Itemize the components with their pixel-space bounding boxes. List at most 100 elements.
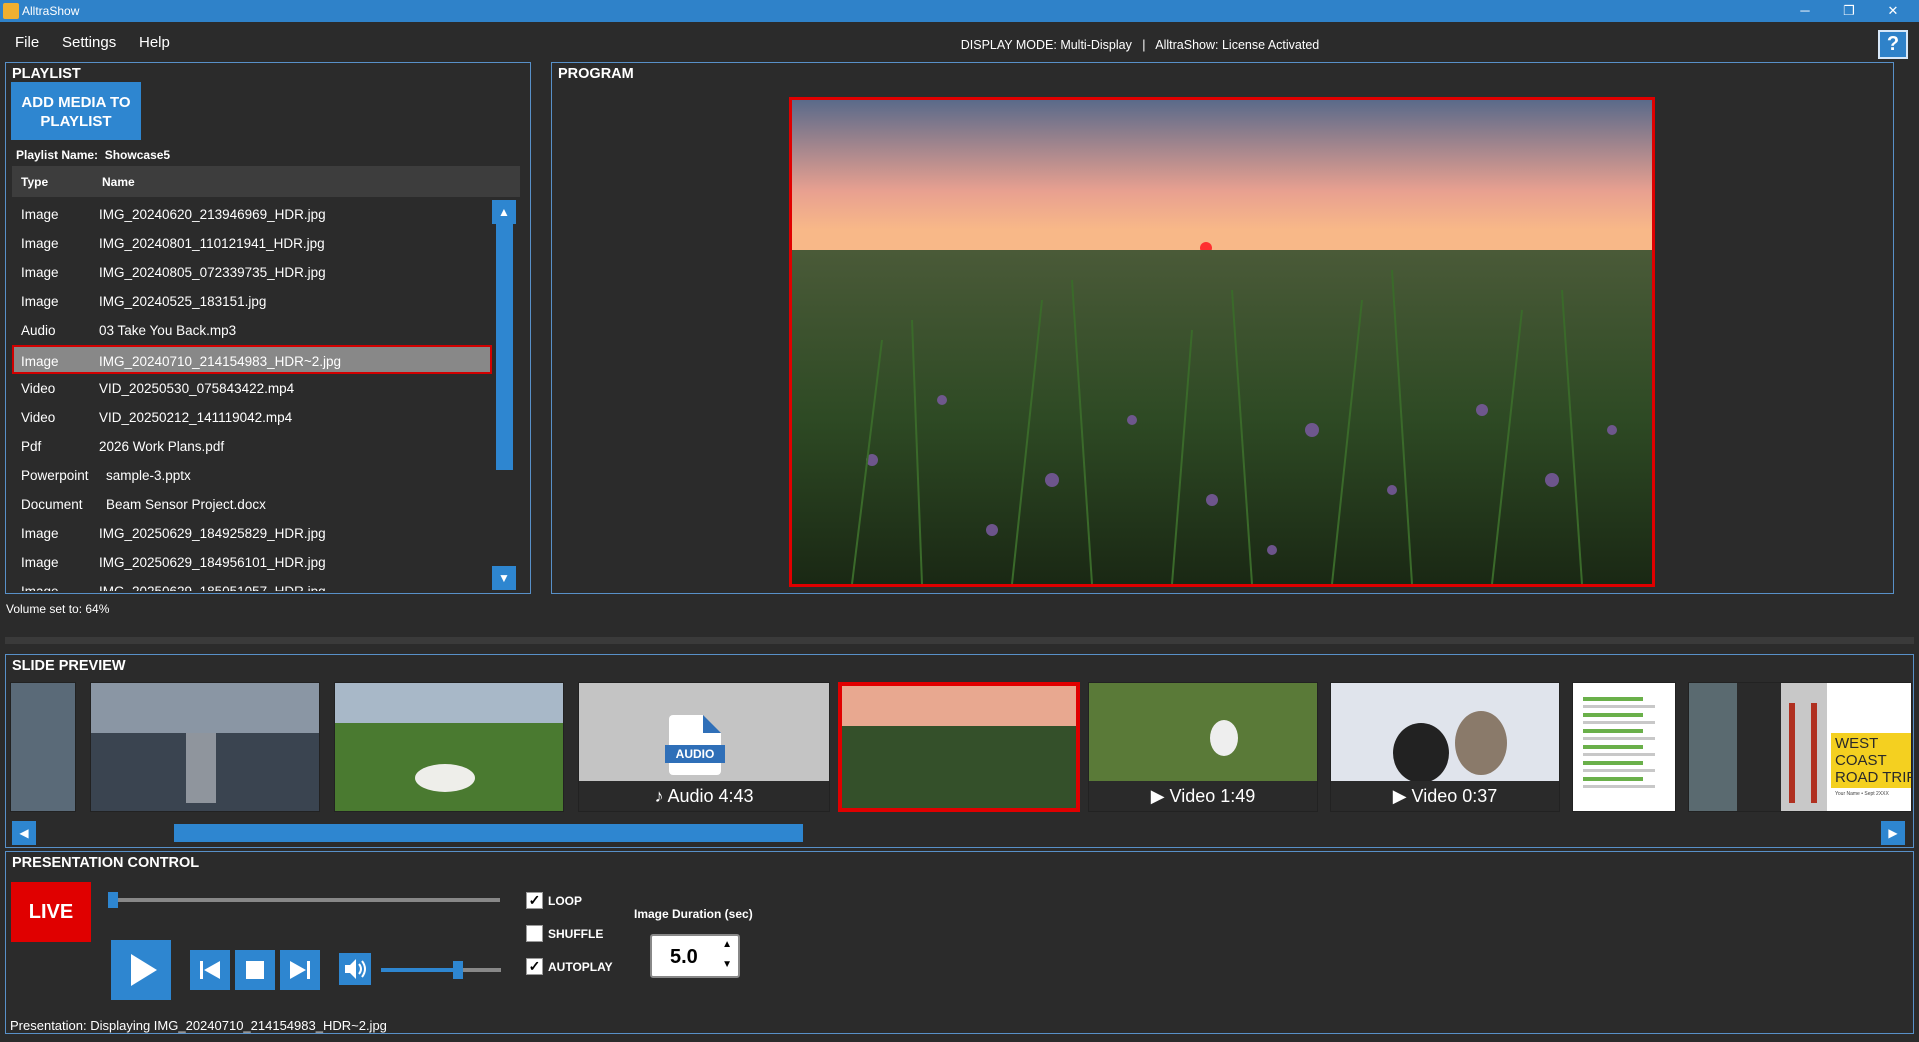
status-line: DISPLAY MODE: Multi-Display | AlltraShow…: [0, 38, 1919, 52]
play-button[interactable]: [111, 940, 171, 1000]
close-button[interactable]: ✕: [1871, 0, 1915, 22]
playlist-row[interactable]: Image IMG_20240805_072339735_HDR.jpg: [12, 258, 492, 287]
help-button[interactable]: ?: [1878, 30, 1908, 59]
playlist-scrollbar-thumb[interactable]: [496, 224, 513, 470]
audio-caption: ♪ Audio 4:43: [579, 781, 829, 811]
playlist-row[interactable]: Image IMG_20240710_214154983_HDR~2.jpg: [12, 345, 492, 374]
stop-button[interactable]: [235, 950, 275, 990]
image-duration-value[interactable]: 5.0: [670, 946, 698, 969]
row-name: IMG_20250629_184956101_HDR.jpg: [99, 555, 326, 570]
speaker-icon: [345, 959, 366, 979]
playlist-row[interactable]: Video VID_20250530_075843422.mp4: [12, 374, 492, 403]
app-logo-icon: [3, 3, 19, 19]
playlist-row[interactable]: Powerpoint sample-3.pptx: [12, 461, 492, 490]
slide-thumbnail[interactable]: [10, 682, 76, 812]
audio-file-icon: AUDIO: [665, 715, 725, 775]
row-type: Image: [21, 236, 59, 251]
slide-preview-title: SLIDE PREVIEW: [12, 658, 126, 674]
row-name: 2026 Work Plans.pdf: [99, 439, 225, 454]
playlist-row[interactable]: Document Beam Sensor Project.docx: [12, 490, 492, 519]
play-icon: [131, 954, 157, 986]
loop-checkbox[interactable]: ✓: [526, 892, 543, 909]
image-duration-stepper[interactable]: 5.0 ▲ ▼: [650, 934, 740, 978]
playlist-name-label: Playlist Name:: [16, 148, 99, 162]
row-name: Beam Sensor Project.docx: [106, 497, 266, 512]
slide-preview-scrollbar-thumb[interactable]: [174, 824, 803, 842]
loop-label: LOOP: [548, 894, 583, 908]
scroll-left-icon[interactable]: ◀: [12, 821, 36, 845]
slide-thumbnail-video[interactable]: ▶ Video 0:37: [1330, 682, 1560, 812]
playlist-row[interactable]: Image IMG_20240801_110121941_HDR.jpg: [12, 229, 492, 258]
row-name: IMG_20240801_110121941_HDR.jpg: [99, 236, 325, 251]
program-title: PROGRAM: [558, 66, 634, 82]
add-media-button[interactable]: ADD MEDIA TO PLAYLIST: [11, 82, 141, 140]
volume-button[interactable]: [339, 953, 371, 985]
stop-icon: [246, 961, 264, 979]
minimize-button[interactable]: ─: [1783, 0, 1827, 22]
playlist-name: Playlist Name: Showcase5: [16, 148, 170, 162]
maximize-button[interactable]: ❐: [1827, 0, 1871, 22]
playlist-row[interactable]: Image IMG_20250629_184956101_HDR.jpg: [12, 548, 492, 577]
row-type: Image: [21, 294, 59, 309]
playlist-list: Image IMG_20240620_213946969_HDR.jpg Image…: [12, 200, 496, 591]
autoplay-label: AUTOPLAY: [548, 960, 613, 974]
row-name: IMG_20240710_214154983_HDR~2.jpg: [99, 354, 342, 369]
row-name: IMG_20240620_213946969_HDR.jpg: [99, 207, 326, 222]
license-status: AlltraShow: License Activated: [1155, 38, 1320, 52]
playlist-row[interactable]: Video VID_20250212_141119042.mp4: [12, 403, 492, 432]
volume-slider-knob[interactable]: [452, 961, 463, 979]
ppt-text-1: WEST: [1835, 735, 1879, 752]
shuffle-label: SHUFFLE: [548, 927, 604, 941]
row-type: Video: [21, 381, 56, 396]
video-caption-2: ▶ Video 0:37: [1331, 781, 1559, 811]
scroll-up-icon[interactable]: ▲: [492, 200, 516, 224]
previous-button[interactable]: [190, 950, 230, 990]
display-mode-label: DISPLAY MODE:: [960, 38, 1057, 52]
playlist-header: Type Name: [12, 166, 520, 197]
volume-slider-fill: [381, 968, 458, 972]
ppt-text-2: COAST: [1835, 752, 1887, 769]
row-type: Image: [21, 526, 59, 541]
playlist-name-value: Showcase5: [104, 148, 171, 162]
row-type: Pdf: [21, 439, 42, 454]
column-name[interactable]: Name: [102, 175, 135, 189]
playlist-row[interactable]: Image IMG_20240620_213946969_HDR.jpg: [12, 200, 492, 229]
presentation-progress-slider[interactable]: [110, 898, 500, 902]
next-button[interactable]: [280, 950, 320, 990]
shuffle-checkbox[interactable]: [526, 925, 543, 942]
scroll-right-icon[interactable]: ▶: [1881, 821, 1905, 845]
ppt-text-3: ROAD TRIP: [1835, 769, 1912, 786]
status-separator: |: [1142, 38, 1146, 52]
slide-thumbnail[interactable]: [334, 682, 564, 812]
decrement-icon[interactable]: ▼: [722, 959, 732, 970]
row-name: 03 Take You Back.mp3: [99, 323, 237, 338]
slide-thumbnail-pdf[interactable]: [1572, 682, 1676, 812]
playlist-title: PLAYLIST: [12, 66, 81, 82]
playlist-row[interactable]: Image IMG_20250629_185051057_HDR.jpg: [12, 577, 492, 591]
slide-thumbnail-audio[interactable]: AUDIO ♪ Audio 4:43: [578, 682, 830, 812]
increment-icon[interactable]: ▲: [722, 939, 732, 950]
autoplay-checkbox[interactable]: ✓: [526, 958, 543, 975]
row-name: VID_20250530_075843422.mp4: [99, 381, 295, 396]
row-type: Image: [21, 584, 59, 591]
playlist-row[interactable]: Image IMG_20250629_184925829_HDR.jpg: [12, 519, 492, 548]
column-type[interactable]: Type: [21, 175, 48, 189]
live-button[interactable]: LIVE: [11, 882, 91, 942]
panel-divider: [5, 637, 1914, 644]
slide-thumbnail-selected[interactable]: [838, 682, 1080, 812]
presentation-control-panel: PRESENTATION CONTROL: [5, 851, 1914, 1034]
app-title: AlltraShow: [22, 4, 80, 18]
row-name: IMG_20240805_072339735_HDR.jpg: [99, 265, 326, 280]
playlist-row[interactable]: Image IMG_20240525_183151.jpg: [12, 287, 492, 316]
skip-forward-icon: [290, 961, 310, 979]
row-name: IMG_20250629_185051057_HDR.jpg: [99, 584, 326, 591]
presentation-progress-knob[interactable]: [108, 892, 118, 908]
ppt-small-text: Your Name • Sept 2XXX: [1835, 791, 1889, 797]
row-name: IMG_20250629_184925829_HDR.jpg: [99, 526, 326, 541]
slide-thumbnail-video[interactable]: ▶ Video 1:49: [1088, 682, 1318, 812]
slide-thumbnail[interactable]: [90, 682, 320, 812]
playlist-row[interactable]: Audio 03 Take You Back.mp3: [12, 316, 492, 345]
playlist-row[interactable]: Pdf 2026 Work Plans.pdf: [12, 432, 492, 461]
scroll-down-icon[interactable]: ▼: [492, 566, 516, 590]
slide-thumbnail-powerpoint[interactable]: WEST COAST ROAD TRIP Your Name • Sept 2X…: [1688, 682, 1912, 812]
